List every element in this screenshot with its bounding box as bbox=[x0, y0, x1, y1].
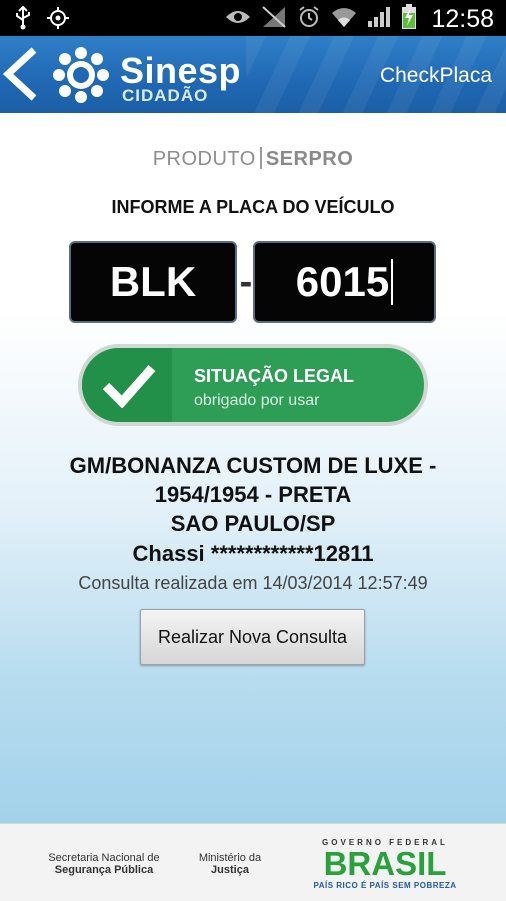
chevron-left-icon bbox=[0, 47, 44, 108]
plate-numbers-input[interactable]: 6015 bbox=[253, 241, 436, 323]
wifi-icon bbox=[331, 6, 357, 33]
gov-tagline: PAÍS RICO É PAÍS SEM POBREZA bbox=[313, 881, 457, 890]
plate-letters-input[interactable]: BLK bbox=[69, 241, 237, 323]
status-bar: 12:58 bbox=[0, 0, 506, 36]
plate-letters-value: BLK bbox=[109, 258, 197, 305]
status-badge: SITUAÇÃO LEGAL obrigado por usar bbox=[78, 344, 428, 426]
status-subtitle: obrigado por usar bbox=[194, 392, 320, 409]
eye-icon bbox=[225, 7, 251, 32]
gov-brasil-text: BRASIL bbox=[323, 845, 447, 882]
secretaria-logo: Secretaria Nacional de Segurança Pública bbox=[28, 852, 180, 876]
gps-icon bbox=[46, 6, 70, 35]
plate-separator: - bbox=[239, 261, 253, 303]
query-timestamp: Consulta realizada em 14/03/2014 12:57:4… bbox=[78, 573, 428, 593]
vehicle-year-color: 1954/1954 - PRETA bbox=[154, 482, 352, 507]
secretaria-line1: Secretaria Nacional de bbox=[48, 852, 160, 864]
vehicle-model: GM/BONANZA CUSTOM DE LUXE - bbox=[69, 453, 437, 478]
app-title: CheckPlaca bbox=[379, 64, 492, 87]
sinesp-logo-icon bbox=[50, 44, 112, 106]
status-time: 12:58 bbox=[431, 5, 494, 33]
new-query-button[interactable]: Realizar Nova Consulta bbox=[140, 609, 365, 665]
no-signal-icon bbox=[261, 5, 287, 34]
app-bar: Sinesp CIDADÃO CheckPlaca bbox=[0, 36, 506, 113]
serpro-label: SERPRO bbox=[265, 148, 354, 170]
vehicle-location: SAO PAULO/SP bbox=[170, 511, 336, 536]
plate-numbers-value: 6015 bbox=[295, 258, 390, 305]
produto-label: PRODUTO bbox=[152, 148, 256, 170]
ministerio-line2: Justiça bbox=[211, 864, 249, 876]
vehicle-chassi: Chassi ************12811 bbox=[132, 541, 374, 566]
usb-icon bbox=[14, 5, 32, 35]
back-button[interactable] bbox=[0, 44, 44, 104]
vehicle-info: GM/BONANZA CUSTOM DE LUXE - 1954/1954 - … bbox=[0, 451, 506, 538]
checkmark-icon bbox=[102, 362, 156, 413]
logo-subtext: CIDADÃO bbox=[122, 86, 209, 105]
ministerio-line1: Ministério da bbox=[198, 852, 262, 864]
footer: Secretaria Nacional de Segurança Pública… bbox=[0, 823, 506, 901]
produto-serpro: PRODUTO SERPRO bbox=[0, 147, 506, 171]
governo-federal-logo: GOVERNO FEDERAL BRASIL PAÍS RICO É PAÍS … bbox=[298, 838, 472, 890]
status-title: SITUAÇÃO LEGAL bbox=[194, 366, 354, 386]
secretaria-line2: Segurança Pública bbox=[54, 864, 154, 876]
battery-charging-icon bbox=[401, 4, 417, 35]
main-content: PRODUTO SERPRO INFORME A PLACA DO VEÍCULO… bbox=[0, 113, 506, 823]
ministerio-logo: Ministério da Justiça bbox=[188, 852, 272, 876]
alarm-icon bbox=[297, 5, 321, 34]
cell-signal-icon bbox=[367, 6, 391, 33]
status-icon-area bbox=[82, 348, 172, 422]
text-cursor bbox=[391, 259, 394, 305]
divider bbox=[259, 147, 262, 169]
instruction-label: INFORME A PLACA DO VEÍCULO bbox=[111, 197, 395, 217]
